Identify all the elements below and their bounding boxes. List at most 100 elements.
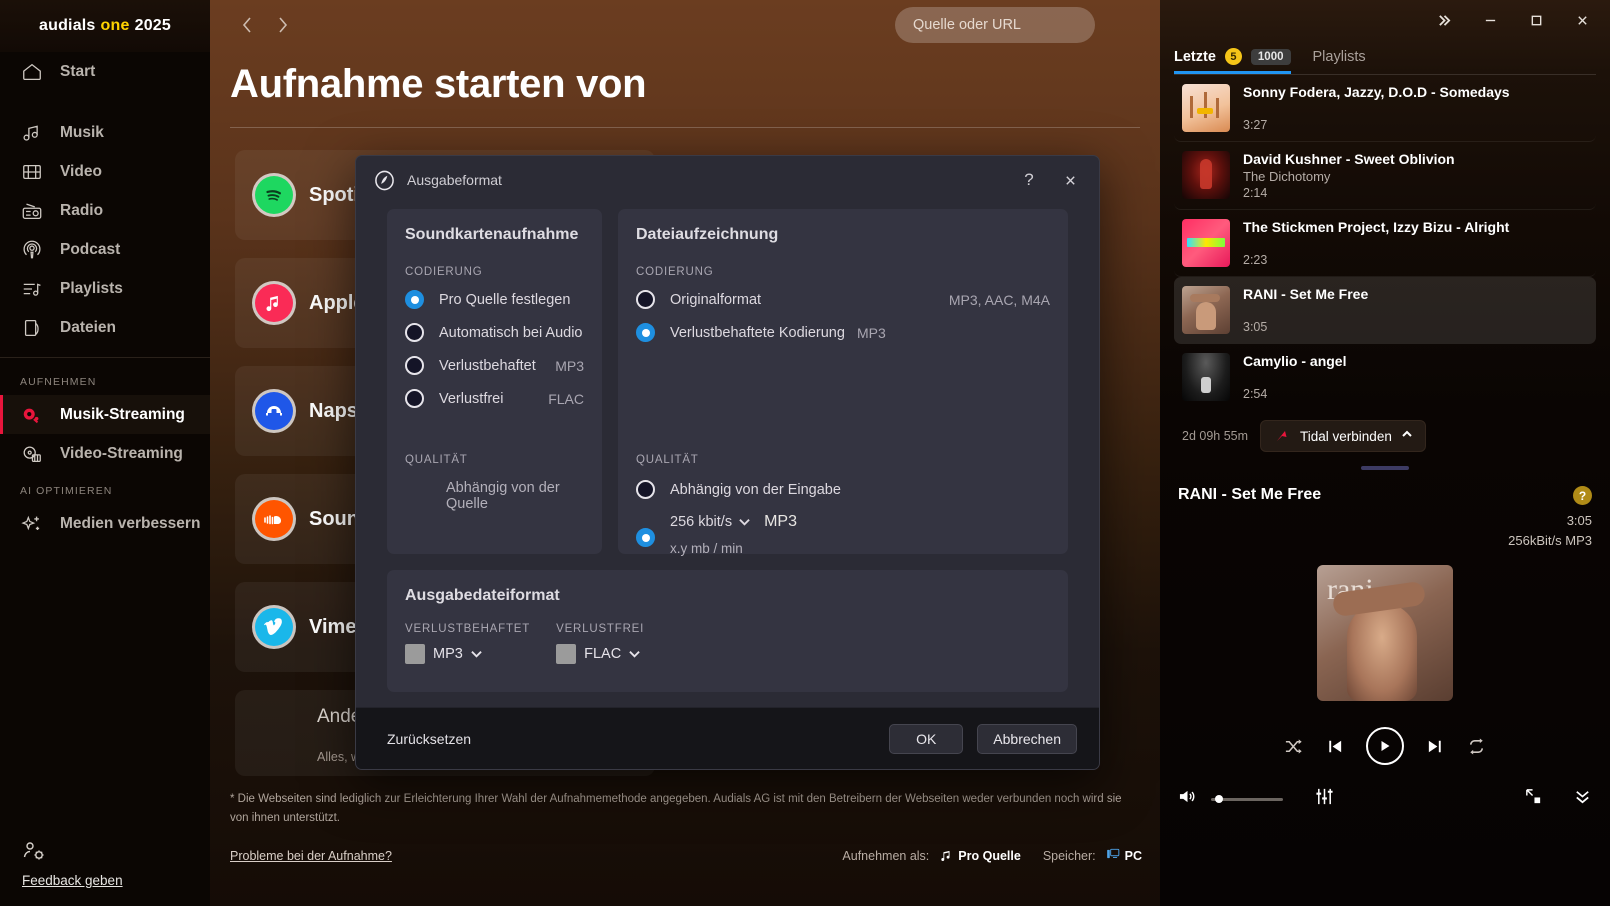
outformat-lossy-caption: VERLUSTBEHAFTET — [405, 623, 530, 635]
ok-button[interactable]: OK — [889, 724, 963, 754]
tab-playlists[interactable]: Playlists — [1313, 49, 1366, 74]
minimize-button[interactable] — [1468, 4, 1512, 36]
connect-label: Tidal verbinden — [1300, 429, 1392, 444]
radio-button[interactable] — [636, 480, 655, 499]
minimize-player-icon[interactable] — [1524, 787, 1543, 811]
sidebar-item-start[interactable]: Start — [0, 52, 210, 91]
record-as-value[interactable]: Pro Quelle — [939, 849, 1021, 863]
play-button[interactable] — [1366, 727, 1404, 765]
bitrate-dropdown[interactable]: 256 kbit/s — [670, 514, 750, 530]
volume-slider[interactable] — [1211, 798, 1283, 801]
track-info: Camylio - angel 2:54 — [1243, 353, 1588, 401]
list-item[interactable]: David Kushner - Sweet Oblivion The Dicho… — [1174, 142, 1596, 210]
dialog-close-button[interactable] — [1055, 166, 1085, 194]
volume-knob[interactable] — [1215, 795, 1223, 803]
track-title: David Kushner - Sweet Oblivion — [1243, 151, 1588, 167]
feedback-link[interactable]: Feedback geben — [22, 873, 123, 888]
sidebar-item-musik-streaming[interactable]: Musik-Streaming — [0, 395, 210, 434]
soundcard-quality-caption: QUALITÄT — [405, 454, 584, 466]
storage-value[interactable]: PC — [1106, 847, 1142, 864]
radio-automatisch-bei-audio[interactable]: Automatisch bei Audio — [405, 323, 584, 342]
radio-button[interactable] — [405, 323, 424, 342]
expand-chevrons-icon[interactable] — [1422, 4, 1466, 36]
volume-icon[interactable] — [1178, 788, 1197, 810]
radio-verlustbehaftet[interactable]: Verlustbehaftet MP3 — [405, 356, 584, 375]
forward-button[interactable] — [272, 14, 294, 36]
outformat-lossless-dropdown[interactable]: FLAC — [556, 644, 644, 664]
equalizer-icon[interactable] — [1315, 787, 1334, 811]
album-art — [1182, 84, 1230, 132]
problems-link[interactable]: Probleme bei der Aufnahme? — [230, 849, 392, 863]
outformat-lossy-dropdown[interactable]: MP3 — [405, 644, 530, 664]
soundcloud-icon — [255, 500, 293, 538]
window-controls — [1160, 0, 1610, 40]
list-item[interactable]: RANI - Set Me Free 3:05 — [1174, 277, 1596, 344]
radio-button[interactable] — [636, 528, 655, 547]
previous-track-button[interactable] — [1325, 737, 1344, 756]
radio-value: MP3, AAC, M4A — [949, 292, 1050, 308]
bitrate-value: 256 kbit/s — [670, 514, 732, 530]
sidebar-item-radio[interactable]: Radio — [0, 191, 210, 230]
track-info: The Stickmen Project, Izzy Bizu - Alrigh… — [1243, 219, 1588, 267]
list-item[interactable]: Camylio - angel 2:54 — [1174, 344, 1596, 410]
sidebar-item-label: Medien verbessern — [60, 515, 200, 533]
sidebar-item-label: Video — [60, 163, 102, 181]
shuffle-icon[interactable] — [1284, 737, 1303, 756]
dialog-columns: Soundkartenaufnahme CODIERUNG Pro Quelle… — [387, 209, 1068, 554]
sidebar-item-video[interactable]: Video — [0, 152, 210, 191]
list-item[interactable]: The Stickmen Project, Izzy Bizu - Alrigh… — [1174, 210, 1596, 277]
radio-button[interactable] — [405, 389, 424, 408]
search-input[interactable]: Quelle oder URL — [895, 7, 1095, 43]
badge-count-new: 5 — [1225, 48, 1242, 65]
sparkle-icon — [20, 512, 44, 536]
tidal-arrow-icon — [1273, 427, 1291, 445]
cancel-button[interactable]: Abbrechen — [977, 724, 1077, 754]
video-stream-icon — [20, 442, 44, 466]
radio-label: Pro Quelle festlegen — [439, 292, 570, 308]
back-button[interactable] — [236, 14, 258, 36]
dialog-footer: Zurücksetzen OK Abbrechen — [356, 707, 1099, 769]
sidebar-item-medien-verbessern[interactable]: Medien verbessern — [0, 504, 210, 543]
next-track-button[interactable] — [1426, 737, 1445, 756]
maximize-button[interactable] — [1514, 4, 1558, 36]
radio-button[interactable] — [405, 356, 424, 375]
sidebar-item-video-streaming[interactable]: Video-Streaming — [0, 434, 210, 473]
radio-button[interactable] — [636, 323, 655, 342]
track-list: Sonny Fodera, Jazzy, D.O.D - Somedays 3:… — [1160, 75, 1610, 410]
radio-originalformat[interactable]: Originalformat MP3, AAC, M4A — [636, 290, 1050, 309]
radio-pro-quelle-festlegen[interactable]: Pro Quelle festlegen — [405, 290, 584, 309]
player-help-icon[interactable]: ? — [1573, 486, 1592, 505]
reset-button[interactable]: Zurücksetzen — [387, 731, 471, 747]
page-title: Aufnahme starten von — [210, 50, 1160, 107]
radio-value: MP3 — [857, 325, 886, 341]
album-art — [1182, 353, 1230, 401]
bottom-settings: Aufnehmen als: Pro Quelle Speicher: PC — [842, 847, 1142, 864]
list-item[interactable]: Sonny Fodera, Jazzy, D.O.D - Somedays 3:… — [1174, 75, 1596, 142]
sidebar-item-podcast[interactable]: Podcast — [0, 230, 210, 269]
tab-letzte[interactable]: Letzte 5 1000 — [1174, 48, 1291, 74]
track-title: The Stickmen Project, Izzy Bizu - Alrigh… — [1243, 219, 1588, 235]
tidal-connect-button[interactable]: Tidal verbinden — [1260, 420, 1426, 452]
sidebar-item-musik[interactable]: Musik — [0, 113, 210, 152]
bitrate-option-row[interactable]: 256 kbit/s MP3 x.y mb / min — [636, 513, 1050, 556]
track-album: The Dichotomy — [1243, 169, 1588, 184]
radio-button[interactable] — [405, 290, 424, 309]
sidebar-item-playlists[interactable]: Playlists — [0, 269, 210, 308]
repeat-icon[interactable] — [1467, 737, 1486, 756]
file-recording-card: Dateiaufzeichnung CODIERUNG Originalform… — [618, 209, 1068, 554]
collapse-chevrons-icon[interactable] — [1573, 787, 1592, 811]
filerec-quality-caption: QUALITÄT — [636, 454, 1050, 466]
sidebar-item-dateien[interactable]: Dateien — [0, 308, 210, 347]
close-button[interactable] — [1560, 4, 1604, 36]
track-time: 3:05 — [1243, 320, 1588, 334]
radio-verlustbehaftete-kodierung[interactable]: Verlustbehaftete Kodierung MP3 — [636, 323, 1050, 342]
connect-row: 2d 09h 55m Tidal verbinden — [1160, 410, 1610, 452]
radio-label: Verlustbehaftete Kodierung — [670, 325, 845, 341]
radio-button[interactable] — [636, 290, 655, 309]
sidebar-item-label: Musik-Streaming — [60, 406, 185, 424]
radio-verlustfrei[interactable]: Verlustfrei FLAC — [405, 389, 584, 408]
spotify-icon — [255, 176, 293, 214]
tab-label: Playlists — [1313, 49, 1366, 65]
radio-abhaengig-von-der-eingabe[interactable]: Abhängig von der Eingabe — [636, 480, 1050, 499]
dialog-help-button[interactable]: ? — [1015, 166, 1043, 194]
